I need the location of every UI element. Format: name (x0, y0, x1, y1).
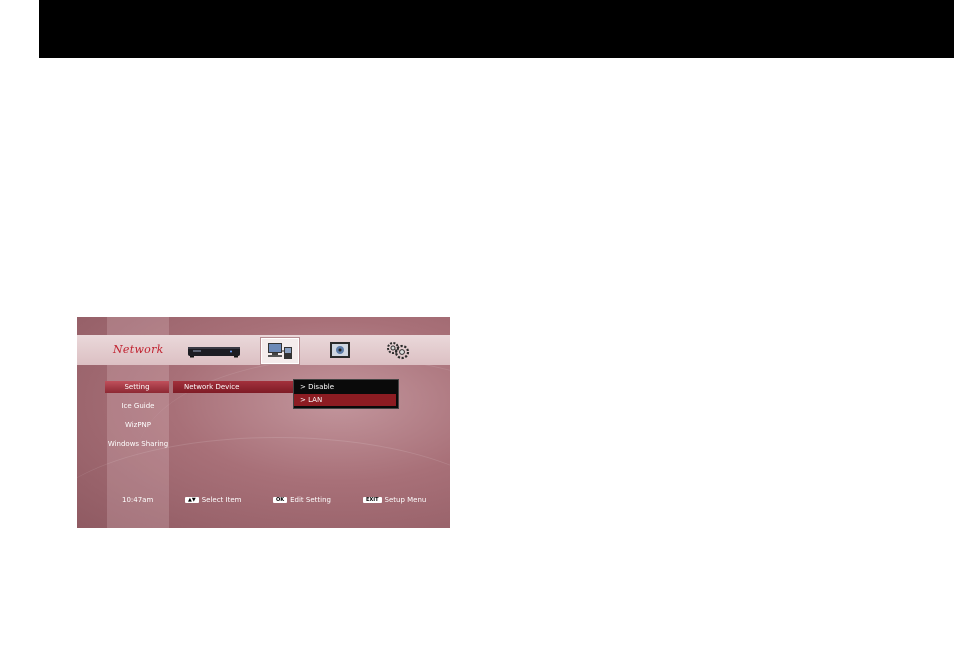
clock-time: 10:47am (122, 496, 154, 504)
sidebar-item-wizpnp[interactable]: WizPNP (107, 419, 169, 431)
hint-label: Edit Setting (290, 496, 331, 504)
network-icon[interactable] (261, 338, 299, 364)
sidebar-item-ice-guide[interactable]: Ice Guide (107, 400, 169, 412)
sidebar-item-windows-sharing[interactable]: Windows Sharing (107, 438, 169, 450)
hint-label: Setup Menu (384, 496, 427, 504)
setup-menu-screenshot: Network Setting Ice Guide WizPNP Windows… (77, 317, 450, 528)
device-icon[interactable] (187, 339, 241, 361)
ok-key-icon: OK (273, 497, 288, 503)
tools-icon[interactable] (385, 339, 411, 361)
hint-label: Select Item (201, 496, 242, 504)
menu-title: Network (113, 343, 164, 356)
hint-select-item: ▲▼ Select Item (185, 495, 241, 505)
updown-key-icon: ▲▼ (185, 497, 199, 503)
media-icon[interactable] (329, 339, 351, 361)
exit-key-icon: EXIT (363, 497, 382, 503)
network-device-dropdown[interactable]: > Disable > LAN (293, 379, 399, 409)
network-device-setting[interactable]: Network Device (173, 381, 300, 393)
top-black-bar (39, 0, 954, 58)
hint-setup-menu: EXIT Setup Menu (363, 495, 426, 505)
dropdown-option-lan[interactable]: > LAN (294, 394, 396, 406)
hint-edit-setting: OK Edit Setting (273, 495, 331, 505)
dropdown-option-disable[interactable]: > Disable (294, 381, 396, 393)
sidebar-item-setting[interactable]: Setting (105, 381, 169, 393)
